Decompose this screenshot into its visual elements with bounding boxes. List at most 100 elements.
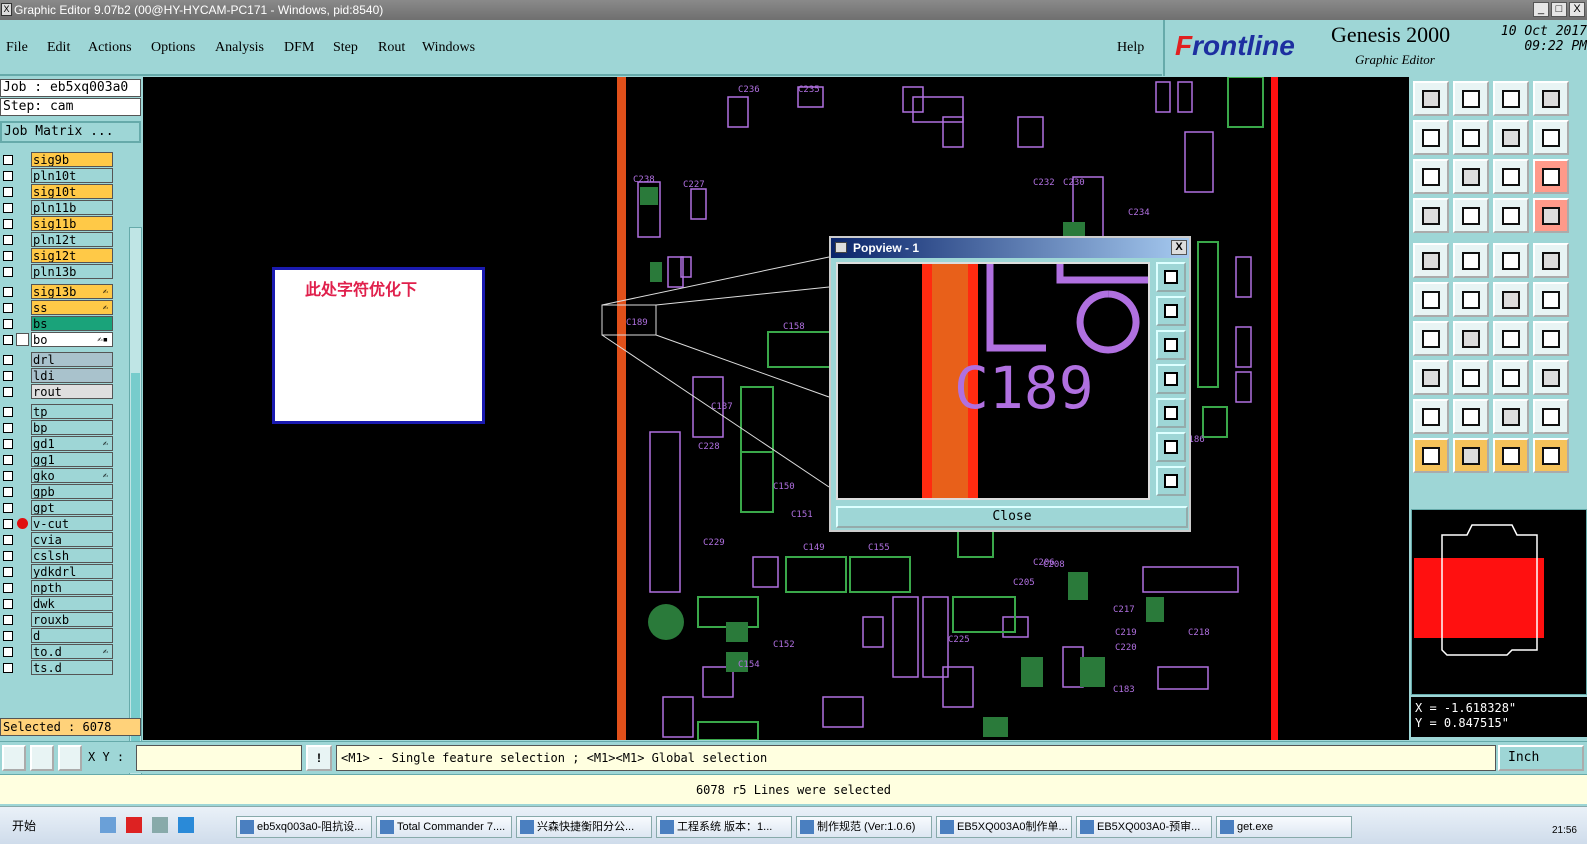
layer-name[interactable]: sig11b xyxy=(31,216,113,231)
layer-row-gpt[interactable]: gpt xyxy=(0,500,116,515)
task-button[interactable]: EB5XQ003A0-预审... xyxy=(1076,816,1212,838)
menu-step[interactable]: Step xyxy=(333,40,358,56)
layer-row-sig9b[interactable]: sig9b xyxy=(0,152,116,167)
snap-icon[interactable] xyxy=(2,745,26,771)
layer-name[interactable]: gpt xyxy=(31,500,113,515)
quicklaunch-icon[interactable] xyxy=(100,817,116,833)
layer-checkbox[interactable] xyxy=(3,319,13,329)
layer-name[interactable]: cslsh xyxy=(31,548,113,563)
layer-checkbox[interactable] xyxy=(3,219,13,229)
layer-name[interactable]: d xyxy=(31,628,113,643)
layer-name[interactable]: rout xyxy=(31,384,113,399)
menu-dfm[interactable]: DFM xyxy=(284,40,314,56)
layer-name[interactable]: gd1 ✍ xyxy=(31,436,113,451)
edit-tool-12-icon[interactable] xyxy=(1533,321,1569,356)
layer-name[interactable]: ts.d xyxy=(31,660,113,675)
layer-row-sig12t[interactable]: sig12t xyxy=(0,248,116,263)
popview-fit-icon[interactable] xyxy=(1156,466,1186,496)
exclamation-button[interactable]: ! xyxy=(306,745,332,771)
view-tool-6-icon[interactable] xyxy=(1453,120,1489,155)
layer-checkbox[interactable] xyxy=(3,663,13,673)
job-matrix-button[interactable]: Job Matrix ... xyxy=(0,121,141,143)
layer-name[interactable]: pln11b xyxy=(31,200,113,215)
layer-name[interactable]: to.d ✍ xyxy=(31,644,113,659)
minimize-button[interactable]: _ xyxy=(1533,2,1549,17)
menu-analysis[interactable]: Analysis xyxy=(215,40,264,56)
view-tool-4-icon[interactable] xyxy=(1533,81,1569,116)
view-tool-2-icon[interactable] xyxy=(1453,81,1489,116)
popview-pan-down-icon[interactable] xyxy=(1156,330,1186,360)
layer-checkbox[interactable] xyxy=(3,615,13,625)
layer-name[interactable]: gko ✍ xyxy=(31,468,113,483)
edit-tool-7-icon[interactable] xyxy=(1493,282,1529,317)
layer-row-d[interactable]: d xyxy=(0,628,116,643)
start-button[interactable]: 开始 xyxy=(0,817,36,834)
view-tool-10-icon[interactable] xyxy=(1453,159,1489,194)
edit-tool-24-icon[interactable] xyxy=(1533,438,1569,473)
layer-checkbox[interactable] xyxy=(3,647,13,657)
layer-row-pln10t[interactable]: pln10t xyxy=(0,168,116,183)
unit-selector[interactable]: Inch xyxy=(1498,745,1584,771)
layer-name[interactable]: v-cut xyxy=(31,516,113,531)
measure-icon[interactable] xyxy=(30,745,54,771)
layer-name[interactable]: sig13b ✍ xyxy=(31,284,113,299)
layer-row-tp[interactable]: tp xyxy=(0,404,116,419)
layer-row-pln11b[interactable]: pln11b xyxy=(0,200,116,215)
layer-row-ss[interactable]: ss ✍ xyxy=(0,300,116,315)
edit-tool-3-icon[interactable] xyxy=(1493,243,1529,278)
layer-row-sig13b[interactable]: sig13b ✍ xyxy=(0,284,116,299)
menu-file[interactable]: File xyxy=(6,40,28,56)
view-tool-3-icon[interactable] xyxy=(1493,81,1529,116)
layer-name[interactable]: bs xyxy=(31,316,113,331)
edit-tool-19-icon[interactable] xyxy=(1493,399,1529,434)
layer-row-v-cut[interactable]: v-cut xyxy=(0,516,116,531)
layer-row-ydkdrl[interactable]: ydkdrl xyxy=(0,564,116,579)
layer-row-bo[interactable]: bo ✍▪ xyxy=(0,332,116,347)
layer-row-sig11b[interactable]: sig11b xyxy=(0,216,116,231)
file-icon[interactable] xyxy=(152,817,168,833)
layer-name[interactable]: bp xyxy=(31,420,113,435)
edit-tool-16-icon[interactable] xyxy=(1533,360,1569,395)
task-button[interactable]: 工程系统 版本：1... xyxy=(656,816,792,838)
edit-tool-13-icon[interactable] xyxy=(1413,360,1449,395)
layer-checkbox[interactable] xyxy=(3,519,13,529)
layer-name[interactable]: ss ✍ xyxy=(31,300,113,315)
layer-checkbox[interactable] xyxy=(3,631,13,641)
layer-checkbox[interactable] xyxy=(3,251,13,261)
layer-checkbox[interactable] xyxy=(3,535,13,545)
layer-name[interactable]: npth xyxy=(31,580,113,595)
layer-row-gg1[interactable]: gg1 xyxy=(0,452,116,467)
layer-checkbox[interactable] xyxy=(3,387,13,397)
layer-checkbox[interactable] xyxy=(3,171,13,181)
edit-tool-17-icon[interactable] xyxy=(1413,399,1449,434)
edit-tool-9-icon[interactable] xyxy=(1413,321,1449,356)
pdf-icon[interactable] xyxy=(126,817,142,833)
task-button[interactable]: 制作规范 (Ver:1.0.6) xyxy=(796,816,932,838)
layer-name[interactable]: sig9b xyxy=(31,152,113,167)
layer-row-cslsh[interactable]: cslsh xyxy=(0,548,116,563)
view-tool-7-icon[interactable] xyxy=(1493,120,1529,155)
popview-zoom-view[interactable]: C189 xyxy=(836,262,1150,500)
layer-row-ts-d[interactable]: ts.d xyxy=(0,660,116,675)
layer-row-npth[interactable]: npth xyxy=(0,580,116,595)
edit-tool-11-icon[interactable] xyxy=(1493,321,1529,356)
layer-name[interactable]: pln10t xyxy=(31,168,113,183)
layer-row-bp[interactable]: bp xyxy=(0,420,116,435)
ie-icon[interactable] xyxy=(178,817,194,833)
edit-tool-15-icon[interactable] xyxy=(1493,360,1529,395)
task-button[interactable]: EB5XQ003A0制作单... xyxy=(936,816,1072,838)
close-window-button[interactable]: X xyxy=(1569,2,1585,17)
popview-pan-right-icon[interactable] xyxy=(1156,398,1186,428)
view-tool-5-icon[interactable] xyxy=(1413,120,1449,155)
edit-tool-21-icon[interactable] xyxy=(1413,438,1449,473)
view-tool-13-icon[interactable] xyxy=(1413,198,1449,233)
layer-checkbox[interactable] xyxy=(3,567,13,577)
layer-checkbox[interactable] xyxy=(3,235,13,245)
layer-row-ldi[interactable]: ldi xyxy=(0,368,116,383)
layer-name[interactable]: drl xyxy=(31,352,113,367)
layer-name[interactable]: cvia xyxy=(31,532,113,547)
edit-tool-23-icon[interactable] xyxy=(1493,438,1529,473)
edit-tool-14-icon[interactable] xyxy=(1453,360,1489,395)
edit-tool-4-icon[interactable] xyxy=(1533,243,1569,278)
popview-zoom-in-icon[interactable] xyxy=(1156,262,1186,292)
